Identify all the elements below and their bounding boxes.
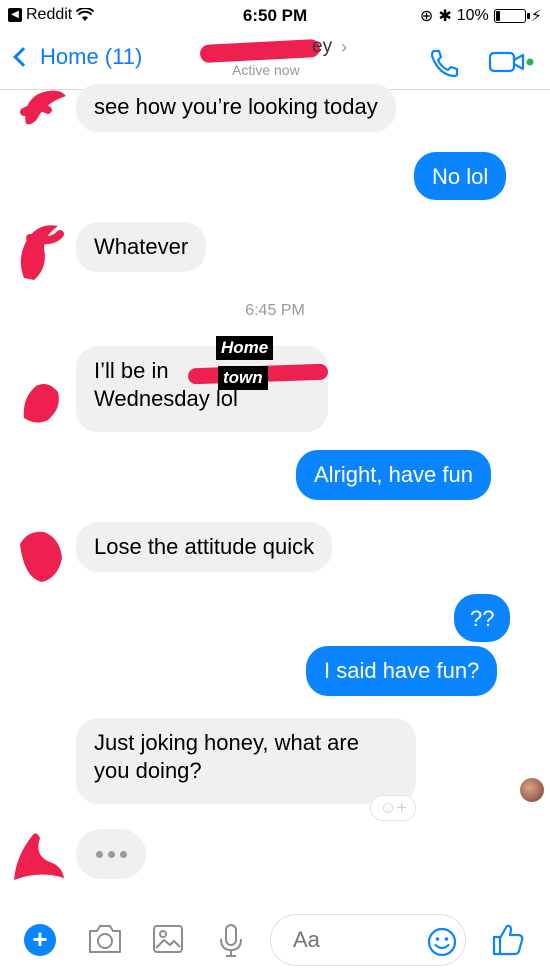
message-bubble-incoming: Lose the attitude quick (76, 522, 333, 572)
camera-icon[interactable] (86, 922, 124, 961)
battery-percent: 10% (456, 7, 489, 24)
gallery-icon[interactable] (150, 922, 186, 961)
composer-bar: + (0, 902, 550, 978)
overlay-label-home: Home (216, 336, 274, 360)
name-fragment: ey (312, 36, 333, 57)
emoji-icon[interactable] (426, 926, 458, 963)
message-bubble-outgoing: I said have fun? (306, 646, 498, 696)
message-line: Just joking honey, what are (94, 730, 359, 755)
back-label[interactable]: Home (11) (40, 44, 142, 70)
message-bubble-incoming: see how you’re looking today (76, 84, 396, 132)
redacted-avatar (20, 225, 64, 280)
overlay-label-town: town (218, 366, 268, 390)
battery-icon (493, 9, 530, 23)
chevron-left-icon (13, 47, 33, 67)
message-bubble-incoming: Whatever (76, 222, 207, 272)
redacted-avatar (20, 90, 66, 125)
add-reaction-button[interactable]: ☺+ (370, 795, 416, 821)
contact-name[interactable]: ey › (199, 36, 350, 64)
active-status: Active now (232, 62, 300, 78)
conversation-header: Home (11) ey › Active now (0, 32, 550, 90)
bluetooth-icon: ✱ (438, 8, 452, 25)
redacted-avatar (20, 531, 62, 582)
message-bubble-outgoing: No lol (414, 152, 507, 200)
message-bubble-outgoing: Alright, have fun (296, 450, 491, 500)
back-button[interactable]: Home (11) (10, 44, 142, 70)
microphone-icon[interactable] (216, 922, 246, 963)
video-icon[interactable] (488, 50, 538, 79)
name-redaction (199, 38, 321, 64)
phone-icon[interactable] (428, 48, 460, 83)
seen-avatar (520, 778, 544, 802)
charging-icon: ⚡ (530, 8, 542, 25)
redacted-avatar (14, 833, 64, 880)
message-line: you doing? (94, 758, 202, 783)
status-right: ⊕ ✱ 10% ⚡ (420, 6, 542, 26)
redacted-avatar (23, 384, 59, 423)
orientation-lock-icon: ⊕ (419, 8, 434, 25)
message-bubble-incoming: I’ll be in Wednesday lol (76, 346, 328, 432)
thumbs-up-icon[interactable] (490, 922, 526, 963)
message-bubble-incoming: Just joking honey, what are you doing? (76, 718, 416, 804)
chevron-right-icon: › (341, 37, 347, 57)
message-line: Wednesday lol (94, 386, 238, 411)
message-bubble-outgoing: ?? (454, 594, 511, 642)
timestamp: 6:45 PM (245, 302, 305, 319)
plus-icon[interactable]: + (24, 924, 56, 956)
typing-indicator (76, 829, 146, 879)
status-bar: ◀ Reddit 6:50 PM ⊕ ✱ 10% ⚡ (0, 0, 550, 32)
